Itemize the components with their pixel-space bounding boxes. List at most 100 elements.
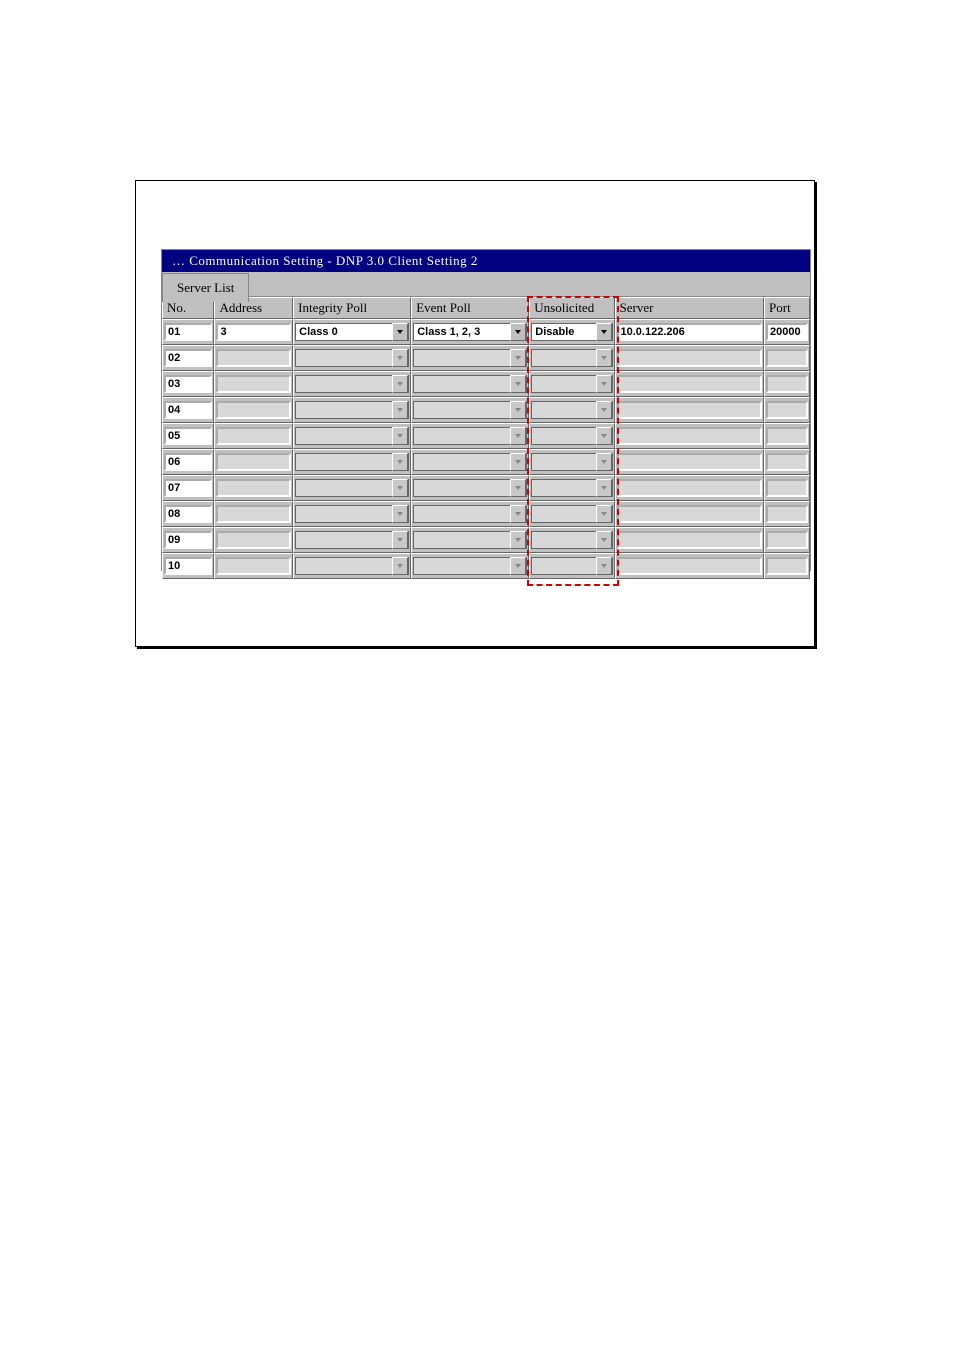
server-input: [617, 557, 763, 575]
address-input[interactable]: [216, 323, 291, 341]
address-input: [216, 427, 291, 445]
table-row: 09: [162, 527, 810, 553]
event-poll-select: [413, 557, 527, 575]
tab-label: Server List: [177, 280, 234, 295]
chevron-down-icon: [510, 557, 526, 575]
chevron-down-icon: [596, 557, 612, 575]
integrity-poll-select: [295, 401, 409, 419]
server-input[interactable]: [617, 323, 763, 341]
col-integrity: Integrity Poll: [293, 297, 411, 319]
chevron-down-icon: [510, 505, 526, 523]
chevron-down-icon: [510, 375, 526, 393]
chevron-down-icon: [510, 427, 526, 445]
integrity-poll-select: [295, 427, 409, 445]
integrity-poll-select: [295, 375, 409, 393]
unsolicited-select: [531, 531, 612, 549]
chevron-down-icon: [392, 479, 408, 497]
window-title-text: … Communication Setting - DNP 3.0 Client…: [172, 253, 478, 268]
server-list-grid: No. Address Integrity Poll Event Poll Un…: [162, 297, 810, 579]
chevron-down-icon: [510, 401, 526, 419]
unsolicited-select: [531, 349, 612, 367]
chevron-down-icon: [596, 375, 612, 393]
address-input: [216, 401, 291, 419]
table-row: 05: [162, 423, 810, 449]
table-row: 08: [162, 501, 810, 527]
server-input: [617, 349, 763, 367]
chevron-down-icon: [596, 505, 612, 523]
server-input: [617, 531, 763, 549]
row-index: 08: [164, 505, 212, 523]
select-value: Class 0: [296, 326, 392, 338]
integrity-poll-select[interactable]: Class 0: [295, 323, 409, 341]
event-poll-select: [413, 349, 527, 367]
port-input: [766, 505, 808, 523]
server-input: [617, 453, 763, 471]
row-index: 03: [164, 375, 212, 393]
chevron-down-icon: [596, 427, 612, 445]
port-input: [766, 453, 808, 471]
port-input: [766, 375, 808, 393]
unsolicited-select: [531, 401, 612, 419]
col-port: Port: [764, 297, 810, 319]
tab-server-list[interactable]: Server List: [162, 273, 249, 302]
port-input: [766, 401, 808, 419]
unsolicited-select[interactable]: Disable: [531, 323, 612, 341]
row-index: 09: [164, 531, 212, 549]
chevron-down-icon[interactable]: [392, 323, 408, 341]
row-index: 02: [164, 349, 212, 367]
server-input: [617, 375, 763, 393]
integrity-poll-select: [295, 505, 409, 523]
address-input: [216, 349, 291, 367]
integrity-poll-select: [295, 557, 409, 575]
row-index: 10: [164, 557, 212, 575]
unsolicited-select: [531, 375, 612, 393]
chevron-down-icon: [392, 531, 408, 549]
port-input: [766, 479, 808, 497]
server-input: [617, 401, 763, 419]
chevron-down-icon: [392, 349, 408, 367]
unsolicited-select: [531, 427, 612, 445]
row-index: 05: [164, 427, 212, 445]
event-poll-select: [413, 479, 527, 497]
integrity-poll-select: [295, 479, 409, 497]
row-index: 06: [164, 453, 212, 471]
port-input: [766, 349, 808, 367]
unsolicited-select: [531, 505, 612, 523]
chevron-down-icon: [392, 557, 408, 575]
server-input: [617, 505, 763, 523]
event-poll-select: [413, 427, 527, 445]
unsolicited-select: [531, 479, 612, 497]
event-poll-select: [413, 375, 527, 393]
address-input: [216, 557, 291, 575]
server-input: [617, 427, 763, 445]
table-row: 04: [162, 397, 810, 423]
table-row: 07: [162, 475, 810, 501]
address-input: [216, 375, 291, 393]
table-row: 10: [162, 553, 810, 579]
unsolicited-select: [531, 453, 612, 471]
chevron-down-icon: [392, 401, 408, 419]
table-row: 01 Class 0 Class 1, 2, 3 Disable: [162, 319, 810, 345]
chevron-down-icon[interactable]: [510, 323, 526, 341]
chevron-down-icon: [510, 531, 526, 549]
integrity-poll-select: [295, 531, 409, 549]
chevron-down-icon: [392, 427, 408, 445]
select-value: Disable: [532, 326, 595, 338]
table-row: 02: [162, 345, 810, 371]
chevron-down-icon[interactable]: [596, 323, 612, 341]
integrity-poll-select: [295, 453, 409, 471]
row-index: 07: [164, 479, 212, 497]
chevron-down-icon: [510, 453, 526, 471]
event-poll-select[interactable]: Class 1, 2, 3: [413, 323, 527, 341]
table-row: 06: [162, 449, 810, 475]
address-input: [216, 505, 291, 523]
chevron-down-icon: [596, 349, 612, 367]
row-index: 01: [164, 323, 212, 341]
chevron-down-icon: [596, 453, 612, 471]
port-input: [766, 531, 808, 549]
col-event: Event Poll: [411, 297, 529, 319]
row-index: 04: [164, 401, 212, 419]
port-input[interactable]: [766, 323, 808, 341]
tab-strip: Server List: [162, 272, 810, 297]
window-title-bar: … Communication Setting - DNP 3.0 Client…: [162, 250, 810, 272]
